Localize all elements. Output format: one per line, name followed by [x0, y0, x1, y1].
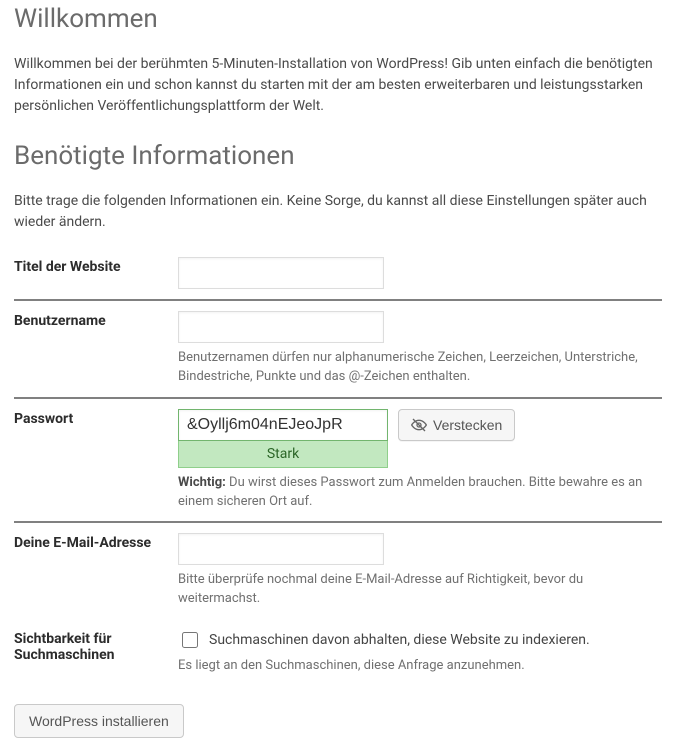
label-password: Passwort — [14, 398, 178, 523]
page-title-required: Benötigte Informationen — [14, 141, 662, 171]
site-title-input[interactable] — [178, 257, 384, 289]
password-input[interactable] — [178, 409, 388, 441]
row-site-title: Titel der Website — [14, 247, 662, 300]
row-visibility: Sichtbarkeit für Suchmaschinen Suchmasch… — [14, 619, 662, 686]
hide-password-label: Verstecken — [433, 417, 502, 433]
label-visibility: Sichtbarkeit für Suchmaschinen — [14, 619, 178, 686]
username-hint: Benutzernamen dürfen nur alphanumerische… — [178, 349, 662, 387]
visibility-hint: Es liegt an den Suchmaschinen, diese Anf… — [178, 657, 662, 676]
required-intro-text: Bitte trage die folgenden Informationen … — [14, 191, 662, 233]
label-username: Benutzername — [14, 300, 178, 398]
row-password: Passwort Stark Verstecken Wichtig: Du — [14, 398, 662, 523]
eye-off-icon — [411, 417, 427, 433]
label-site-title: Titel der Website — [14, 247, 178, 300]
row-email: Deine E-Mail-Adresse Bitte überprüfe noc… — [14, 522, 662, 619]
hide-password-button[interactable]: Verstecken — [398, 409, 515, 441]
password-strength: Stark — [178, 441, 388, 468]
page-title-welcome: Willkommen — [14, 0, 662, 34]
label-email: Deine E-Mail-Adresse — [14, 522, 178, 619]
install-button[interactable]: WordPress installieren — [14, 704, 184, 738]
row-username: Benutzername Benutzernamen dürfen nur al… — [14, 300, 662, 398]
email-hint: Bitte überprüfe nochmal deine E-Mail-Adr… — [178, 571, 662, 609]
password-note: Wichtig: Du wirst dieses Passwort zum An… — [178, 474, 662, 512]
username-input[interactable] — [178, 311, 384, 343]
install-form-table: Titel der Website Benutzername Benutzern… — [14, 247, 662, 686]
email-input[interactable] — [178, 533, 384, 565]
visibility-checkbox[interactable] — [182, 632, 198, 648]
welcome-intro-text: Willkommen bei der berühmten 5-Minuten-I… — [14, 54, 662, 117]
visibility-checkbox-label: Suchmaschinen davon abhalten, diese Webs… — [209, 632, 590, 648]
